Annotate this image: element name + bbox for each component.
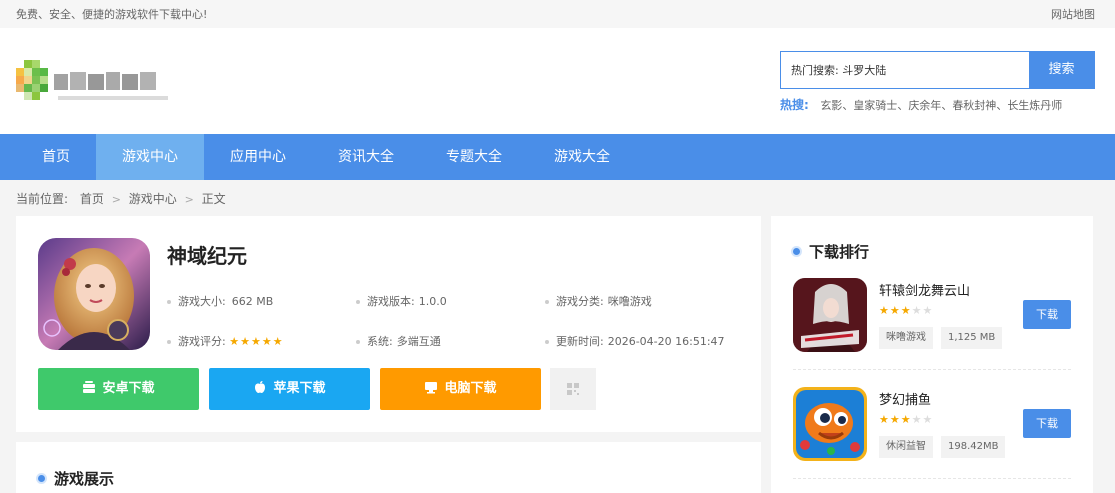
ios-download-button[interactable]: 苹果下载 <box>209 368 370 410</box>
app-rating: 游戏评分: ★★★★★ <box>167 333 284 349</box>
hot-search-label: 热搜: <box>780 98 809 112</box>
hot-search-term[interactable]: 春秋封神 <box>952 99 996 112</box>
search-button[interactable]: 搜索 <box>1029 52 1094 88</box>
top-bar: 免费、安全、便捷的游戏软件下载中心! 网站地图 <box>0 0 1115 28</box>
hot-search-term[interactable]: 庆余年 <box>908 99 941 112</box>
android-download-button[interactable]: 安卓下载 <box>38 368 199 410</box>
star-icon: ★ <box>911 304 923 317</box>
star-icon: ★ <box>911 413 923 426</box>
star-icon: ★ <box>922 413 934 426</box>
apple-icon <box>255 381 266 393</box>
list-item[interactable]: 梦幻捕鱼 ★★★★★ 休闲益智 198.42MB 下载 <box>793 387 1071 477</box>
game-name[interactable]: 梦幻捕鱼 <box>879 389 931 408</box>
star-icon: ★ <box>900 304 912 317</box>
monitor-icon <box>425 382 438 394</box>
app-updated: 更新时间: 2026-04-20 16:51:47 <box>545 333 725 349</box>
hot-search: 热搜: 玄影、皇家骑士、庆余年、春秋封神、长生炼丹师 <box>780 98 1063 112</box>
qr-code-button[interactable] <box>550 368 596 410</box>
star-icon: ★ <box>879 413 890 426</box>
app-version: 游戏版本: 1.0.0 <box>356 293 447 309</box>
nav-topics[interactable]: 专题大全 <box>420 134 528 180</box>
star-icon: ★ <box>250 335 262 348</box>
rating-stars: ★★★★★ <box>879 304 933 317</box>
breadcrumb-home[interactable]: 首页 <box>80 192 104 206</box>
game-name[interactable]: 轩辕剑龙舞云山 <box>879 280 970 299</box>
search-box: 搜索 <box>780 51 1095 89</box>
star-icon: ★ <box>922 304 934 317</box>
breadcrumb: 当前位置: 首页 > 游戏中心 > 正文 <box>16 190 226 207</box>
breadcrumb-label: 当前位置: <box>16 192 69 206</box>
game-size-tag: 198.42MB <box>941 436 1006 458</box>
download-button[interactable]: 下载 <box>1023 409 1071 438</box>
star-icon: ★ <box>889 413 901 426</box>
chevron-right-icon: > <box>111 193 121 206</box>
star-icon: ★ <box>889 304 901 317</box>
hot-search-term[interactable]: 玄影 <box>820 99 842 112</box>
star-icon: ★ <box>879 304 890 317</box>
app-icon <box>38 238 150 350</box>
nav-games[interactable]: 游戏大全 <box>528 134 636 180</box>
divider <box>793 369 1071 370</box>
qr-code-icon <box>567 383 579 395</box>
rating-stars: ★★★★★ <box>229 335 283 348</box>
sitemap-link[interactable]: 网站地图 <box>1051 6 1095 22</box>
list-item[interactable]: 轩辕剑龙舞云山 ★★★★★ 咪噜游戏 1,125 MB 下载 <box>793 278 1071 368</box>
hot-search-term[interactable]: 皇家骑士 <box>853 99 897 112</box>
hot-search-term[interactable]: 长生炼丹师 <box>1007 99 1062 112</box>
app-detail-card: 神域纪元 游戏大小: 662 MB 游戏版本: 1.0.0 游戏分类: 咪噜游戏 游戏… <box>16 216 761 432</box>
game-size-tag: 1,125 MB <box>941 327 1003 349</box>
divider <box>793 478 1071 479</box>
pc-download-button[interactable]: 电脑下载 <box>380 368 541 410</box>
nav-news[interactable]: 资讯大全 <box>312 134 420 180</box>
site-tagline: 免费、安全、便捷的游戏软件下载中心! <box>16 8 208 21</box>
android-icon <box>83 381 96 393</box>
app-size: 游戏大小: 662 MB <box>167 293 273 309</box>
breadcrumb-current: 正文 <box>201 192 226 206</box>
game-thumbnail <box>793 278 867 352</box>
star-icon: ★ <box>229 335 241 348</box>
chevron-right-icon: > <box>184 193 194 206</box>
game-thumbnail <box>793 387 867 461</box>
app-system: 系统: 多端互通 <box>356 333 441 349</box>
game-category-tag: 咪噜游戏 <box>879 327 933 349</box>
app-title: 神域纪元 <box>167 244 247 268</box>
game-category-tag: 休闲益智 <box>879 436 933 458</box>
ranking-title: 下载排行 <box>793 241 869 262</box>
download-button[interactable]: 下载 <box>1023 300 1071 329</box>
site-header: 搜索 热搜: 玄影、皇家骑士、庆余年、春秋封神、长生炼丹师 <box>0 28 1115 134</box>
search-input[interactable] <box>781 52 1029 88</box>
showcase-title: 游戏展示 <box>38 468 114 489</box>
app-category: 游戏分类: 咪噜游戏 <box>545 293 652 309</box>
nav-app-center[interactable]: 应用中心 <box>204 134 312 180</box>
download-ranking-card: 下载排行 轩辕剑龙舞云山 ★★★★★ 咪噜游戏 1,125 MB 下载 梦幻捕鱼… <box>771 216 1093 493</box>
breadcrumb-game-center[interactable]: 游戏中心 <box>129 192 177 206</box>
rating-stars: ★★★★★ <box>879 413 933 426</box>
star-icon: ★ <box>900 413 912 426</box>
star-icon: ★ <box>261 335 273 348</box>
site-logo[interactable] <box>16 60 172 106</box>
nav-home[interactable]: 首页 <box>16 134 96 180</box>
showcase-card: 游戏展示 <box>16 442 761 493</box>
main-nav: 首页 游戏中心 应用中心 资讯大全 专题大全 游戏大全 <box>0 134 1115 180</box>
nav-game-center[interactable]: 游戏中心 <box>96 134 204 180</box>
star-icon: ★ <box>240 335 251 348</box>
star-icon: ★ <box>272 335 284 348</box>
